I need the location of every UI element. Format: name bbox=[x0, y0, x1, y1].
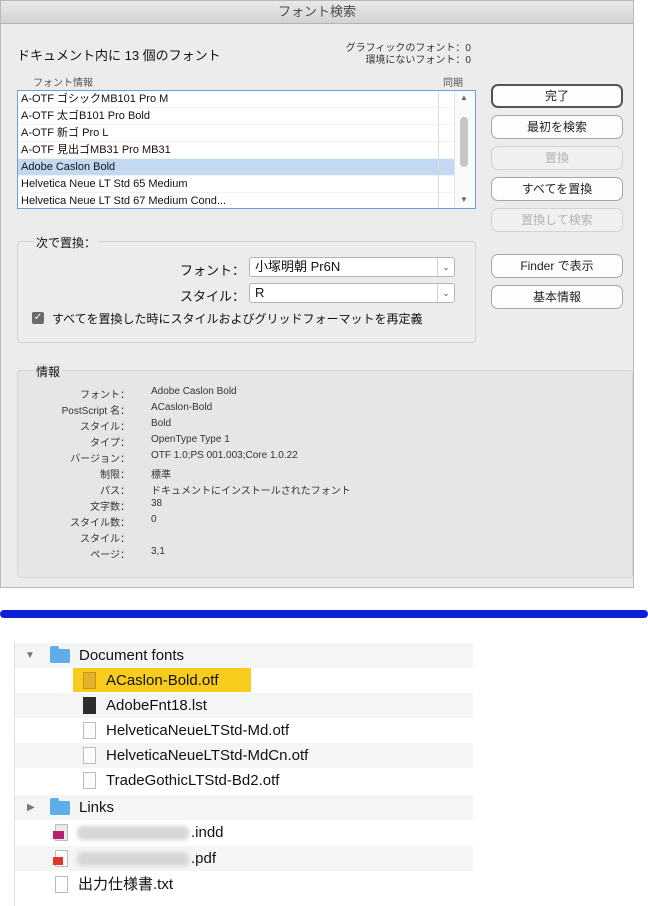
info-value: OTF 1.0;PS 001.003;Core 1.0.22 bbox=[151, 450, 298, 461]
file-row[interactable]: .pdf bbox=[15, 846, 473, 871]
reveal-in-finder-button[interactable]: Finder で表示 bbox=[491, 254, 623, 278]
folder-row-document-fonts[interactable]: ▼ Document fonts bbox=[15, 643, 473, 668]
finder-file-list[interactable]: ▼ Document fonts ACaslon-Bold.otf AdobeF… bbox=[14, 640, 473, 906]
font-search-dialog: フォント検索 ドキュメント内に 13 個のフォント グラフィックのフォント：0 … bbox=[0, 0, 634, 588]
file-name: Document fonts bbox=[79, 647, 185, 664]
info-label: 情報 bbox=[34, 363, 63, 380]
replace-and-find-button[interactable]: 置換して検索 bbox=[491, 208, 623, 232]
scroll-down-icon[interactable]: ▼ bbox=[460, 195, 468, 204]
section-divider bbox=[0, 610, 648, 618]
file-name: HelveticaNeueLTStd-MdCn.otf bbox=[106, 747, 309, 764]
file-name: Links bbox=[79, 799, 115, 816]
file-row[interactable]: HelveticaNeueLTStd-Md.otf bbox=[15, 718, 473, 743]
dialog-title: フォント検索 bbox=[1, 1, 633, 24]
redefine-style-checkbox[interactable]: ✓ bbox=[32, 312, 44, 324]
info-value: OpenType Type 1 bbox=[151, 434, 230, 445]
chevron-down-icon[interactable]: ⌄ bbox=[437, 258, 454, 276]
font-count-heading: ドキュメント内に 13 個のフォント bbox=[17, 48, 221, 63]
font-file-icon bbox=[83, 722, 96, 739]
file-row[interactable]: 出力仕様書.txt bbox=[15, 872, 473, 897]
folder-icon bbox=[50, 646, 70, 663]
info-value: ドキュメントにインストールされたフォント bbox=[151, 486, 351, 497]
info-key: フォント： bbox=[80, 390, 130, 401]
more-info-button[interactable]: 基本情報 bbox=[491, 285, 623, 309]
done-button[interactable]: 完了 bbox=[491, 84, 623, 108]
column-header-font-info[interactable]: フォント情報 bbox=[33, 74, 93, 89]
font-list[interactable]: A-OTF ゴシックMB101 Pro M A-OTF 太ゴB101 Pro B… bbox=[17, 90, 476, 209]
font-file-icon bbox=[83, 747, 96, 764]
file-row[interactable]: .indd bbox=[15, 820, 473, 845]
font-file-icon bbox=[83, 672, 96, 689]
font-list-row[interactable]: A-OTF 新ゴ Pro L bbox=[18, 125, 455, 142]
file-name: 出力仕様書.txt bbox=[78, 876, 174, 893]
file-row-highlighted[interactable]: ACaslon-Bold.otf bbox=[15, 668, 473, 693]
scroll-up-icon[interactable]: ▲ bbox=[460, 93, 468, 102]
info-value: Bold bbox=[151, 418, 172, 429]
font-list-scrollbar[interactable]: ▲ ▼ bbox=[454, 91, 475, 208]
replace-style-value: R bbox=[255, 285, 265, 300]
info-key: スタイル： bbox=[80, 422, 130, 433]
blurred-filename bbox=[77, 852, 189, 866]
exec-file-icon bbox=[83, 697, 96, 714]
file-name: ACaslon-Bold.otf bbox=[106, 672, 219, 689]
replace-all-button[interactable]: すべてを置換 bbox=[491, 177, 623, 201]
file-row[interactable]: TradeGothicLTStd-Bd2.otf bbox=[15, 768, 473, 793]
file-name: .indd bbox=[191, 824, 224, 841]
blurred-filename bbox=[77, 826, 189, 840]
indesign-file-icon bbox=[53, 824, 68, 841]
column-header-sync[interactable]: 同期 bbox=[443, 74, 463, 89]
replace-with-label: 次で置換： bbox=[34, 234, 99, 251]
disclosure-collapsed-icon[interactable]: ▶ bbox=[27, 795, 35, 820]
font-file-icon bbox=[83, 772, 96, 789]
info-value: Adobe Caslon Bold bbox=[151, 386, 237, 397]
info-key: ページ： bbox=[90, 550, 130, 561]
file-name: .pdf bbox=[191, 850, 217, 867]
font-list-row[interactable]: Helvetica Neue LT Std 67 Medium Cond... bbox=[18, 193, 455, 208]
scroll-thumb[interactable] bbox=[460, 117, 468, 167]
font-list-row[interactable]: A-OTF ゴシックMB101 Pro M bbox=[18, 91, 455, 108]
font-list-row[interactable]: A-OTF 太ゴB101 Pro Bold bbox=[18, 108, 455, 125]
font-list-row[interactable]: A-OTF 見出ゴMB31 Pro MB31 bbox=[18, 142, 455, 159]
info-key: 文字数： bbox=[90, 502, 130, 513]
replace-style-select[interactable]: R ⌄ bbox=[249, 283, 455, 303]
chevron-down-icon[interactable]: ⌄ bbox=[437, 284, 454, 302]
info-key: PostScript 名： bbox=[61, 406, 130, 417]
folder-row-links[interactable]: ▶ Links bbox=[15, 795, 473, 820]
info-key: バージョン： bbox=[70, 454, 130, 465]
replace-button[interactable]: 置換 bbox=[491, 146, 623, 170]
info-value: 0 bbox=[151, 514, 157, 525]
info-key: 制限： bbox=[100, 470, 130, 481]
folder-icon bbox=[50, 798, 70, 815]
info-key: スタイル数： bbox=[70, 518, 130, 529]
info-value: 標準 bbox=[151, 470, 171, 481]
missing-fonts-count: 環境にないフォント：0 bbox=[365, 55, 471, 66]
info-key: パス： bbox=[100, 486, 130, 497]
text-file-icon bbox=[55, 876, 68, 893]
style-field-label: スタイル： bbox=[179, 289, 245, 304]
disclosure-expanded-icon[interactable]: ▼ bbox=[25, 643, 35, 668]
replace-font-select[interactable]: 小塚明朝 Pr6N ⌄ bbox=[249, 257, 455, 277]
info-key: スタイル： bbox=[80, 534, 130, 545]
font-list-row[interactable]: Helvetica Neue LT Std 65 Medium bbox=[18, 176, 455, 193]
file-name: HelveticaNeueLTStd-Md.otf bbox=[106, 722, 290, 739]
font-field-label: フォント： bbox=[179, 263, 245, 278]
info-key: タイプ： bbox=[90, 438, 130, 449]
pdf-file-icon bbox=[53, 850, 68, 867]
file-row[interactable]: HelveticaNeueLTStd-MdCn.otf bbox=[15, 743, 473, 768]
file-name: AdobeFnt18.lst bbox=[106, 697, 207, 714]
column-divider bbox=[438, 91, 439, 208]
find-first-button[interactable]: 最初を検索 bbox=[491, 115, 623, 139]
info-value: ACaslon-Bold bbox=[151, 402, 213, 413]
info-value: 3,1 bbox=[151, 546, 165, 557]
font-list-row-selected[interactable]: Adobe Caslon Bold bbox=[18, 159, 455, 176]
redefine-style-label[interactable]: すべてを置換した時にスタイルおよびグリッドフォーマットを再定義 bbox=[52, 310, 422, 327]
file-name: TradeGothicLTStd-Bd2.otf bbox=[106, 772, 280, 789]
replace-font-value: 小塚明朝 Pr6N bbox=[255, 259, 341, 274]
file-row[interactable]: AdobeFnt18.lst bbox=[15, 693, 473, 718]
info-value: 38 bbox=[151, 498, 163, 509]
